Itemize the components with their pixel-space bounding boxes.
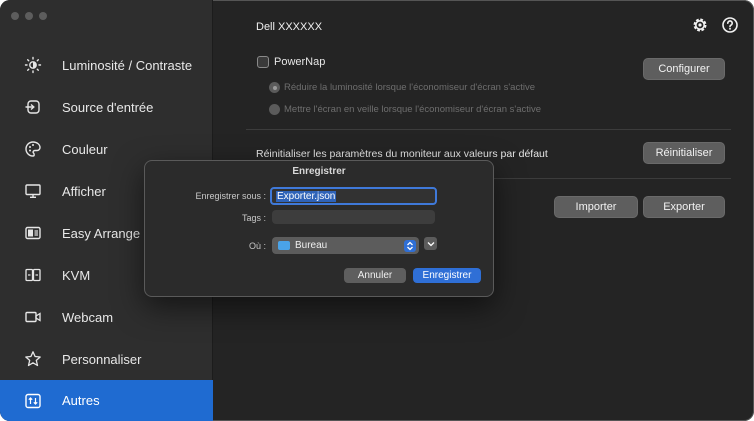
save-as-label: Enregistrer sous : xyxy=(195,191,266,201)
sidebar-item-brightness-contrast[interactable]: Luminosité / Contraste xyxy=(0,44,213,86)
help-icon[interactable] xyxy=(721,16,739,34)
sidebar-item-input-source[interactable]: Source d'entrée xyxy=(0,86,213,128)
divider xyxy=(246,129,731,130)
where-select[interactable]: Bureau xyxy=(272,237,419,254)
sidebar-item-others[interactable]: Autres xyxy=(0,380,213,421)
folder-icon xyxy=(278,241,290,250)
save-dialog: Enregistrer Enregistrer sous : Exporter.… xyxy=(144,160,494,297)
reset-button[interactable]: Réinitialiser xyxy=(643,142,725,164)
tags-field[interactable] xyxy=(272,210,435,224)
others-icon xyxy=(23,391,43,411)
sidebar-item-label: Luminosité / Contraste xyxy=(62,57,193,73)
dim-brightness-label: Réduire la luminosité lorsque l'économis… xyxy=(284,82,535,93)
input-source-icon xyxy=(23,97,43,117)
sidebar-item-customize[interactable]: Personnaliser xyxy=(0,338,213,380)
dim-brightness-radio[interactable] xyxy=(269,82,280,93)
export-button[interactable]: Exporter xyxy=(643,196,725,218)
cancel-button[interactable]: Annuler xyxy=(344,268,406,283)
tags-label: Tags : xyxy=(241,213,266,223)
save-button[interactable]: Enregistrer xyxy=(413,268,481,283)
import-button[interactable]: Importer xyxy=(554,196,638,218)
sidebar-item-label: Autres xyxy=(62,393,100,408)
powernap-checkbox[interactable] xyxy=(257,56,269,68)
sidebar-item-webcam[interactable]: Webcam xyxy=(0,296,213,338)
app-window: Luminosité / Contraste Source d'entrée C… xyxy=(0,0,754,421)
window-controls xyxy=(11,12,47,20)
kvm-icon xyxy=(23,265,43,285)
dialog-title: Enregistrer xyxy=(292,166,346,177)
save-as-field[interactable]: Exporter.json xyxy=(270,187,437,205)
sidebar-item-label: Couleur xyxy=(62,141,108,157)
sidebar-item-label: Easy Arrange xyxy=(62,225,141,241)
chevron-updown-icon xyxy=(404,239,416,252)
gear-icon[interactable] xyxy=(691,16,709,34)
sidebar-item-label: KVM xyxy=(62,267,91,283)
expand-dialog-button[interactable] xyxy=(424,237,437,250)
where-label: Où : xyxy=(248,241,266,251)
webcam-icon xyxy=(23,307,43,327)
reset-label: Réinitialiser les paramètres du moniteur… xyxy=(256,148,548,160)
monitor-title: Dell XXXXXX xyxy=(256,21,323,33)
star-icon xyxy=(23,349,43,369)
sidebar-item-label: Afficher xyxy=(62,183,106,199)
sidebar-item-label: Personnaliser xyxy=(62,351,142,367)
where-value: Bureau xyxy=(295,240,328,251)
color-palette-icon xyxy=(23,139,43,159)
sleep-screen-radio[interactable] xyxy=(269,104,280,115)
sleep-screen-label: Mettre l'écran en veille lorsque l'écono… xyxy=(284,104,542,115)
sidebar-item-label: Webcam xyxy=(62,309,114,325)
powernap-label: PowerNap xyxy=(274,56,326,68)
save-as-value: Exporter.json xyxy=(276,190,337,202)
zoom-window-button[interactable] xyxy=(39,12,47,20)
sidebar-item-label: Source d'entrée xyxy=(62,99,154,115)
brightness-icon xyxy=(23,55,43,75)
close-window-button[interactable] xyxy=(11,12,19,20)
easy-arrange-icon xyxy=(23,223,43,243)
display-icon xyxy=(23,181,43,201)
configure-button[interactable]: Configurer xyxy=(643,58,725,80)
minimize-window-button[interactable] xyxy=(25,12,33,20)
